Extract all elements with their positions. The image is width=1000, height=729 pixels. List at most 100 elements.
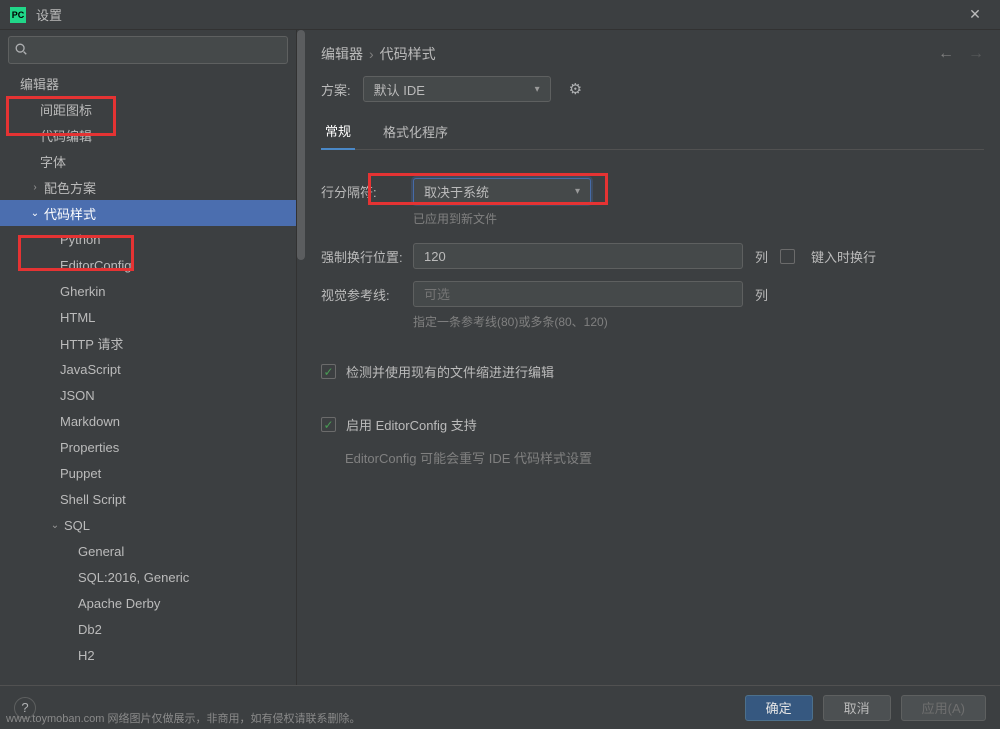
breadcrumb-leaf: 代码样式 [380,44,436,64]
sidebar-item[interactable]: Puppet [0,460,296,486]
sidebar-item-label: 代码样式 [44,204,96,223]
sidebar-item[interactable]: ⌄SQL [0,512,296,538]
ok-button[interactable]: 确定 [745,695,813,721]
sidebar-item[interactable]: Properties [0,434,296,460]
sidebar-item-label: HTTP 请求 [60,334,123,353]
row-detect-indent: 检测并使用现有的文件缩进进行编辑 [321,362,984,381]
sidebar-item[interactable]: H2 [0,642,296,668]
sidebar-item-label: Markdown [60,414,120,429]
scheme-combo[interactable]: 默认 IDE ▾ [363,76,551,102]
detect-indent-checkbox[interactable] [321,364,336,379]
sidebar-section-label: 编辑器 [20,74,59,93]
visual-guides-hint: 指定一条参考线(80)或多条(80、120) [413,313,984,330]
scheme-value: 默认 IDE [374,80,425,99]
scheme-label: 方案: [321,80,351,99]
wrap-on-typing-label: 键入时换行 [811,247,876,266]
sidebar-item[interactable]: Apache Derby [0,590,296,616]
search-input[interactable] [8,36,288,64]
row-editorconfig: 启用 EditorConfig 支持 [321,415,984,434]
apply-button[interactable]: 应用(A) [901,695,986,721]
sidebar-item-label: H2 [78,648,95,663]
sidebar-item-label: Apache Derby [78,596,160,611]
nav-back-icon[interactable]: ← [938,45,954,63]
sidebar-item[interactable]: General [0,538,296,564]
row-hard-wrap: 强制换行位置: 列 键入时换行 [321,241,984,271]
sidebar-item-label: JavaScript [60,362,121,377]
sidebar-item-label: Gherkin [60,284,106,299]
breadcrumb-separator: › [369,46,374,62]
editorconfig-checkbox[interactable] [321,417,336,432]
line-separator-combo[interactable]: 取决于系统 ▾ [413,178,591,204]
window-title: 设置 [36,5,960,24]
sidebar-item[interactable]: SQL:2016, Generic [0,564,296,590]
chevron-right-icon: › [28,182,42,193]
sidebar-item-label: HTML [60,310,95,325]
sidebar-item-label: SQL [64,518,90,533]
settings-content: 编辑器 › 代码样式 ← → 方案: 默认 IDE ▾ ⚙ 常规格式化程序 行分… [305,30,1000,685]
sidebar-item[interactable]: ⌄代码样式 [0,200,296,226]
sidebar-item-label: SQL:2016, Generic [78,570,189,585]
row-visual-guides: 视觉参考线: 列 [321,279,984,309]
breadcrumb: 编辑器 › 代码样式 ← → [321,40,984,68]
sidebar-item[interactable]: EditorConfig [0,252,296,278]
sidebar-item-label: Shell Script [60,492,126,507]
watermark-text: www.toymoban.com 网络图片仅做展示，非商用，如有侵权请联系删除。 [6,710,360,726]
sidebar-item-label: General [78,544,124,559]
chevron-down-icon: ▾ [575,186,580,197]
sidebar-item[interactable]: HTML [0,304,296,330]
cancel-button[interactable]: 取消 [823,695,891,721]
sidebar-item[interactable]: Db2 [0,616,296,642]
sidebar-item-label: JSON [60,388,95,403]
visual-guides-unit: 列 [755,285,768,304]
close-icon[interactable]: ✕ [960,6,990,23]
sidebar-item[interactable]: 间距图标 [0,96,296,122]
hard-wrap-label: 强制换行位置: [321,247,401,266]
sidebar-item[interactable]: Gherkin [0,278,296,304]
sidebar-tree[interactable]: 间距图标代码编辑字体›配色方案⌄代码样式PythonEditorConfigGh… [0,96,296,685]
scheme-row: 方案: 默认 IDE ▾ ⚙ [321,68,984,110]
editorconfig-label: 启用 EditorConfig 支持 [346,415,477,434]
detect-indent-label: 检测并使用现有的文件缩进进行编辑 [346,362,554,381]
sidebar-item-label: EditorConfig [60,258,132,273]
visual-guides-input[interactable] [413,281,743,307]
app-icon: PC [10,7,26,23]
line-separator-hint: 已应用到新文件 [413,210,984,227]
form-general: 行分隔符: 取决于系统 ▾ 已应用到新文件 强制换行位置: 列 键入时换行 视觉… [321,150,984,467]
sidebar-item-label: Db2 [78,622,102,637]
chevron-down-icon: ⌄ [28,208,42,219]
sidebar-section-editor[interactable]: 编辑器 [0,70,296,96]
editorconfig-subtext: EditorConfig 可能会重写 IDE 代码样式设置 [345,448,984,467]
sidebar-item[interactable]: 代码编辑 [0,122,296,148]
breadcrumb-root[interactable]: 编辑器 [321,44,363,64]
hard-wrap-unit: 列 [755,247,768,266]
tabs: 常规格式化程序 [321,120,984,150]
sidebar-item[interactable]: Python [0,226,296,252]
sidebar-item-label: 配色方案 [44,178,96,197]
wrap-on-typing-checkbox[interactable] [780,249,795,264]
visual-guides-label: 视觉参考线: [321,285,401,304]
tab[interactable]: 常规 [321,121,355,150]
sidebar-item[interactable]: JSON [0,382,296,408]
gear-icon[interactable]: ⚙ [569,80,582,98]
sidebar-item-label: 间距图标 [40,100,92,119]
sidebar-scrollbar[interactable] [297,30,305,685]
row-line-separator: 行分隔符: 取决于系统 ▾ [321,176,984,206]
sidebar-item[interactable]: Shell Script [0,486,296,512]
sidebar-item-label: 字体 [40,152,66,171]
sidebar-item[interactable]: 字体 [0,148,296,174]
hard-wrap-input[interactable] [413,243,743,269]
scrollbar-thumb[interactable] [297,30,305,260]
sidebar-item-label: 代码编辑 [40,126,92,145]
sidebar-item[interactable]: HTTP 请求 [0,330,296,356]
sidebar-item-label: Properties [60,440,119,455]
chevron-down-icon: ⌄ [48,520,62,531]
search-field-wrap [0,30,296,70]
sidebar-item[interactable]: Markdown [0,408,296,434]
sidebar-item[interactable]: ›配色方案 [0,174,296,200]
nav-forward-icon[interactable]: → [968,45,984,63]
sidebar-item-label: Python [60,232,100,247]
sidebar-item-label: Puppet [60,466,101,481]
settings-sidebar: 编辑器 间距图标代码编辑字体›配色方案⌄代码样式PythonEditorConf… [0,30,297,685]
sidebar-item[interactable]: JavaScript [0,356,296,382]
tab[interactable]: 格式化程序 [379,122,452,149]
